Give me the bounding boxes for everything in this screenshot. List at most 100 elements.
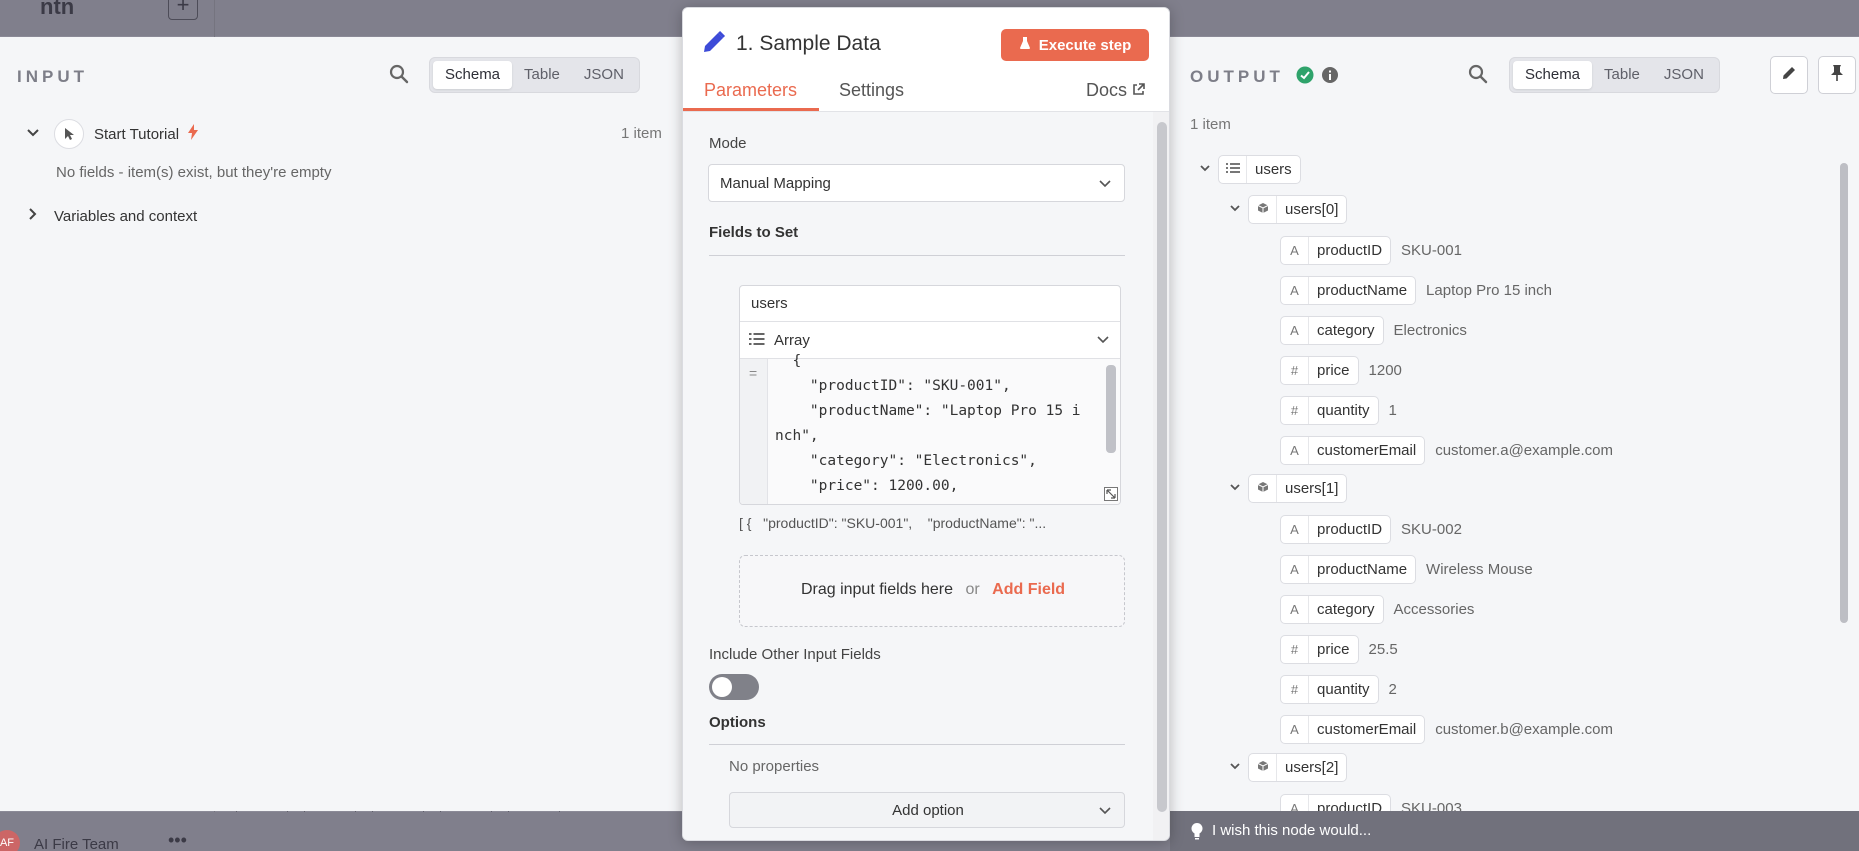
code-line: "productName": "Laptop Pro 15 i bbox=[775, 403, 1081, 419]
schema-key-label: users[1] bbox=[1285, 480, 1339, 497]
output-item-count: 1 item bbox=[1190, 116, 1231, 133]
output-tab-schema[interactable]: Schema bbox=[1513, 61, 1593, 89]
list-icon bbox=[749, 332, 765, 351]
options-title: Options bbox=[709, 714, 766, 731]
schema-field-key[interactable]: Acategory bbox=[1280, 316, 1384, 345]
schema-row: users[2] bbox=[1222, 753, 1348, 782]
input-tab-json[interactable]: JSON bbox=[572, 61, 636, 89]
schema-row: AproductID SKU-002 bbox=[1280, 515, 1462, 544]
pencil-icon[interactable] bbox=[702, 30, 726, 59]
schema-field-key[interactable]: Acategory bbox=[1280, 595, 1384, 624]
node-title[interactable]: 1. Sample Data bbox=[736, 32, 881, 56]
string-type-icon: A bbox=[1281, 237, 1309, 264]
lightbulb-icon bbox=[1190, 822, 1204, 844]
info-icon[interactable] bbox=[1321, 66, 1339, 89]
schema-row: Acategory Electronics bbox=[1280, 316, 1467, 345]
input-item-count: 1 item bbox=[621, 125, 662, 142]
schema-field-key[interactable]: AproductName bbox=[1280, 555, 1417, 584]
schema-field-key[interactable]: # price bbox=[1280, 356, 1359, 385]
json-code[interactable]: { "productID": "SKU-001", "productName":… bbox=[775, 349, 1105, 504]
trigger-node-row[interactable]: Start Tutorial bbox=[26, 119, 199, 149]
more-icon[interactable]: ••• bbox=[168, 830, 187, 851]
schema-object-key[interactable]: users[2] bbox=[1248, 753, 1348, 782]
parameters-scrollbar-thumb[interactable] bbox=[1157, 122, 1167, 812]
code-line: "productID": "SKU-001", bbox=[775, 378, 1011, 394]
schema-row: AcustomerEmail customer.b@example.com bbox=[1280, 715, 1613, 744]
schema-field-value: customer.b@example.com bbox=[1435, 721, 1613, 738]
schema-root-key[interactable]: users bbox=[1218, 155, 1301, 184]
flask-icon bbox=[1019, 36, 1031, 54]
search-icon[interactable] bbox=[1468, 64, 1488, 89]
drop-fields-zone[interactable]: Drag input fields here or Add Field bbox=[739, 555, 1125, 627]
output-tab-table[interactable]: Table bbox=[1592, 61, 1652, 89]
schema-field-key[interactable]: AcustomerEmail bbox=[1280, 715, 1426, 744]
string-type-icon: A bbox=[1281, 317, 1309, 344]
string-type-icon: A bbox=[1281, 277, 1309, 304]
equals-icon: = bbox=[749, 365, 758, 381]
schema-field-key[interactable]: AproductID bbox=[1280, 236, 1392, 265]
field-name-input[interactable]: users bbox=[740, 286, 1120, 322]
execute-step-button[interactable]: Execute step bbox=[1001, 29, 1149, 61]
add-option-select[interactable]: Add option bbox=[729, 792, 1125, 828]
string-type-icon: A bbox=[1281, 795, 1309, 811]
schema-key-label: customerEmail bbox=[1317, 442, 1417, 459]
object-icon bbox=[1249, 754, 1277, 781]
chevron-right-icon[interactable] bbox=[26, 207, 46, 225]
output-tab-json[interactable]: JSON bbox=[1652, 61, 1716, 89]
schema-field-key[interactable]: AcustomerEmail bbox=[1280, 436, 1426, 465]
schema-object-key[interactable]: users[1] bbox=[1248, 474, 1348, 503]
input-panel: INPUT Schema Table JSON Start Tutorial 1… bbox=[0, 37, 683, 811]
schema-field-key[interactable]: AproductID bbox=[1280, 794, 1392, 811]
add-field-link[interactable]: Add Field bbox=[992, 581, 1065, 598]
include-other-fields-toggle[interactable] bbox=[709, 674, 759, 700]
schema-row: users[0] bbox=[1222, 195, 1348, 224]
chevron-down-icon bbox=[1098, 177, 1112, 196]
chevron-down-icon[interactable] bbox=[1222, 202, 1248, 217]
search-icon[interactable] bbox=[389, 64, 409, 89]
schema-field-key[interactable]: AproductName bbox=[1280, 276, 1417, 305]
schema-field-key[interactable]: # price bbox=[1280, 635, 1359, 664]
chevron-down-icon[interactable] bbox=[26, 126, 46, 143]
schema-key-label: price bbox=[1317, 641, 1350, 658]
variables-label: Variables and context bbox=[54, 207, 198, 225]
output-scrollbar-thumb[interactable] bbox=[1840, 163, 1848, 623]
variables-and-context-row[interactable]: Variables and context bbox=[26, 207, 197, 225]
tab-settings[interactable]: Settings bbox=[839, 80, 904, 101]
chevron-down-icon[interactable] bbox=[1222, 760, 1248, 775]
object-icon bbox=[1249, 196, 1277, 223]
empty-fields-message: No fields - item(s) exist, but they're e… bbox=[56, 164, 332, 181]
resize-expand-icon[interactable] bbox=[1104, 487, 1118, 504]
output-scrollbar[interactable] bbox=[1840, 159, 1850, 811]
docs-link[interactable]: Docs bbox=[1086, 80, 1145, 101]
chevron-down-icon[interactable] bbox=[1222, 481, 1248, 496]
schema-field-key[interactable]: AproductID bbox=[1280, 515, 1392, 544]
include-other-fields-label: Include Other Input Fields bbox=[709, 646, 881, 663]
tab-parameters[interactable]: Parameters bbox=[704, 80, 797, 101]
schema-object-key[interactable]: users[0] bbox=[1248, 195, 1348, 224]
workflow-title: ntn bbox=[40, 0, 75, 19]
input-tab-table[interactable]: Table bbox=[512, 61, 572, 89]
pin-icon bbox=[1829, 64, 1845, 87]
team-name: AI Fire Team bbox=[34, 836, 119, 851]
schema-key-label: productName bbox=[1317, 561, 1408, 578]
json-value-editor[interactable]: = { "productID": "SKU-001", "productName… bbox=[740, 353, 1120, 504]
editor-scrollbar-thumb[interactable] bbox=[1106, 365, 1116, 453]
edit-output-button[interactable] bbox=[1770, 56, 1808, 94]
add-node-button[interactable]: + bbox=[168, 0, 198, 20]
json-preview-text: [ { "productID": "SKU-001", "productName… bbox=[739, 515, 1047, 531]
feedback-bar[interactable]: I wish this node would... bbox=[1170, 811, 1859, 851]
number-type-icon: # bbox=[1281, 357, 1309, 384]
input-view-switcher: Schema Table JSON bbox=[429, 57, 640, 93]
pin-output-button[interactable] bbox=[1818, 56, 1856, 94]
schema-field-key[interactable]: # quantity bbox=[1280, 675, 1379, 704]
list-icon bbox=[1219, 156, 1247, 183]
add-option-label: Add option bbox=[892, 802, 964, 819]
input-tab-schema[interactable]: Schema bbox=[433, 61, 513, 89]
parameters-scrollbar[interactable] bbox=[1153, 112, 1169, 840]
mode-select[interactable]: Manual Mapping bbox=[708, 164, 1125, 202]
schema-field-key[interactable]: # quantity bbox=[1280, 396, 1379, 425]
chevron-down-icon[interactable] bbox=[1192, 162, 1218, 177]
success-check-icon bbox=[1296, 66, 1314, 89]
execute-step-label: Execute step bbox=[1038, 36, 1132, 54]
string-type-icon: A bbox=[1281, 437, 1309, 464]
